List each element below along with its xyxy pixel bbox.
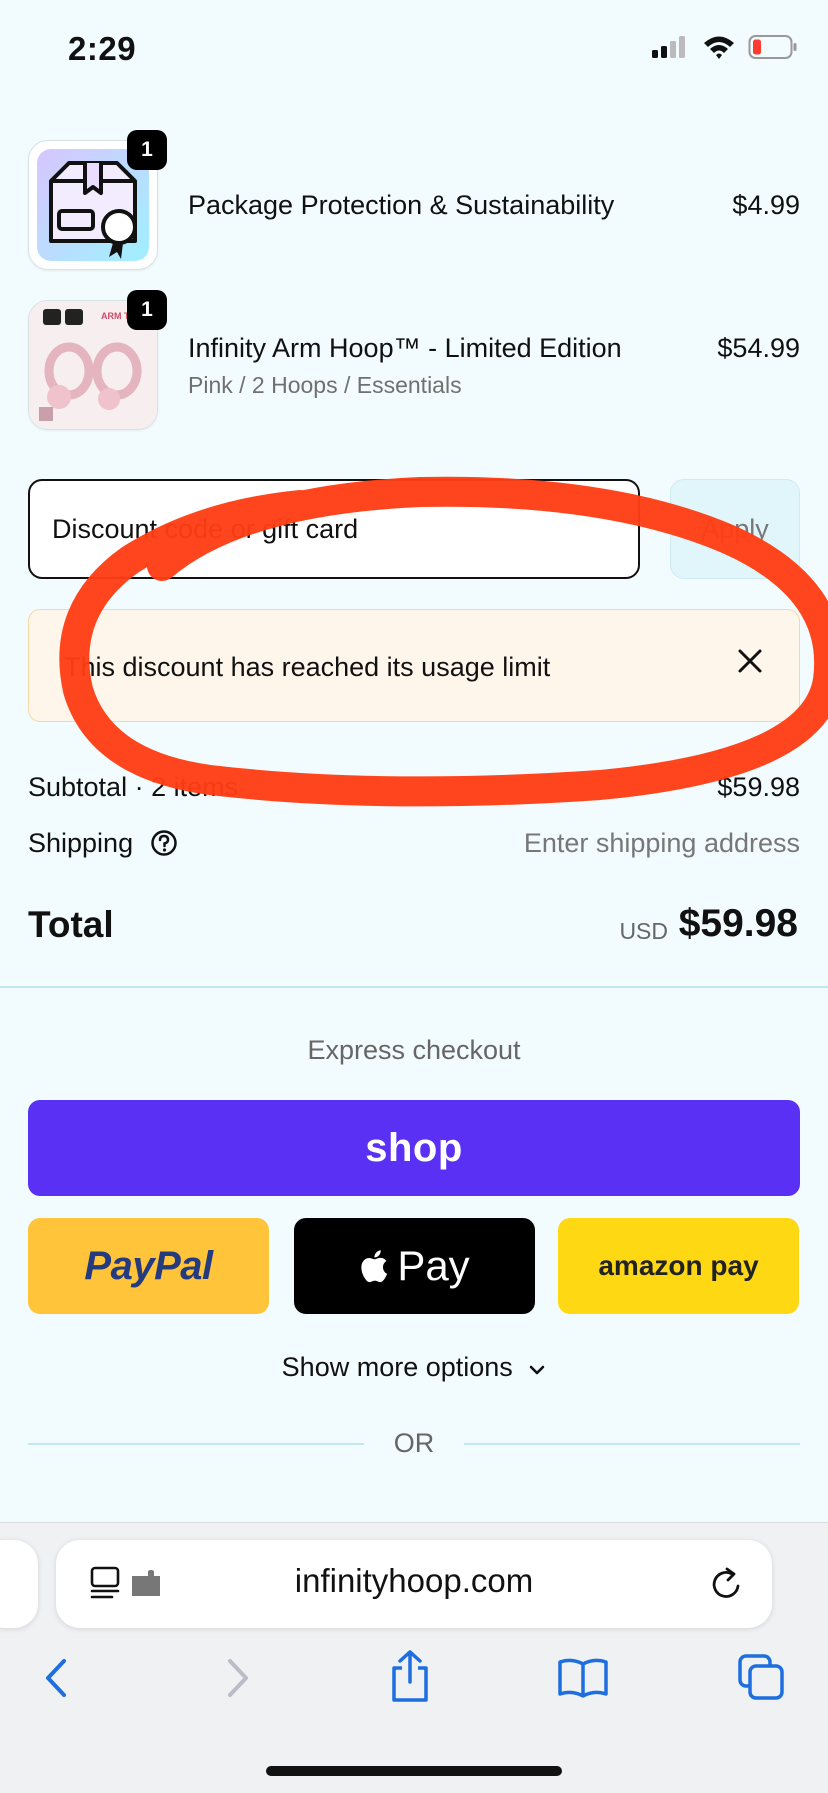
section-divider [0,986,828,988]
previous-tab-edge[interactable] [0,1540,38,1628]
cellular-signal-icon [652,36,685,58]
or-separator: OR [393,1428,435,1458]
status-icons [650,34,798,60]
total-label: Total [28,904,114,945]
discount-error-banner: This discount has reached its usage limi… [28,609,800,722]
amazon-pay-button[interactable]: amazon pay [558,1218,799,1314]
total-value: $59.98 [678,902,798,945]
paypal-button[interactable]: PayPal [28,1218,269,1314]
apple-pay-label: Pay [397,1242,470,1289]
line-item-name: Infinity Arm Hoop™ - Limited Edition [188,333,622,363]
home-indicator [266,1766,562,1776]
show-more-options-label: Show more options [281,1352,513,1382]
subtotal-label: Subtotal · 2 items [28,772,239,802]
apply-discount-button[interactable]: Apply [670,479,800,579]
tabs-icon[interactable] [736,1652,786,1702]
close-icon[interactable] [735,646,765,676]
wifi-icon [704,36,734,59]
amazon-pay-label: amazon pay [598,1250,759,1281]
chevron-down-icon [530,1365,545,1375]
reload-icon[interactable] [710,1566,744,1602]
show-more-options-button[interactable]: Show more options [0,1352,828,1383]
quantity-badge: 1 [127,290,167,330]
discount-error-message: This discount has reached its usage limi… [64,652,551,682]
quantity-badge: 1 [127,130,167,170]
line-item-price: $54.99 [717,333,800,363]
share-icon[interactable] [386,1648,434,1704]
forward-arrow-icon[interactable] [218,1656,254,1700]
discount-code-input[interactable]: Discount code or gift card [28,479,640,579]
battery-icon [748,35,797,59]
bookmarks-icon[interactable] [556,1656,610,1700]
line-item-name: Package Protection & Sustainability [188,190,615,220]
apple-logo-icon [361,1250,388,1283]
url-text: infinityhoop.com [294,1562,534,1599]
discount-placeholder: Discount code or gift card [52,513,359,544]
help-icon[interactable] [150,829,178,857]
line-item-variant: Pink / 2 Hoops / Essentials [188,372,462,398]
paypal-logo-text: PayPal [84,1243,213,1288]
shop-pay-label: shop [365,1125,463,1170]
line-item-price: $4.99 [732,190,800,220]
apple-pay-button[interactable]: Pay [294,1218,535,1314]
status-time: 2:29 [68,30,137,67]
shop-pay-button[interactable]: shop [28,1100,800,1196]
shipping-label: Shipping [28,828,134,858]
address-bar[interactable]: infinityhoop.com [56,1540,772,1628]
back-arrow-icon[interactable] [40,1656,76,1700]
currency-code: USD [619,918,668,944]
subtotal-value: $59.98 [717,772,800,802]
express-checkout-heading: Express checkout [307,1035,521,1065]
shipping-value: Enter shipping address [523,828,800,858]
